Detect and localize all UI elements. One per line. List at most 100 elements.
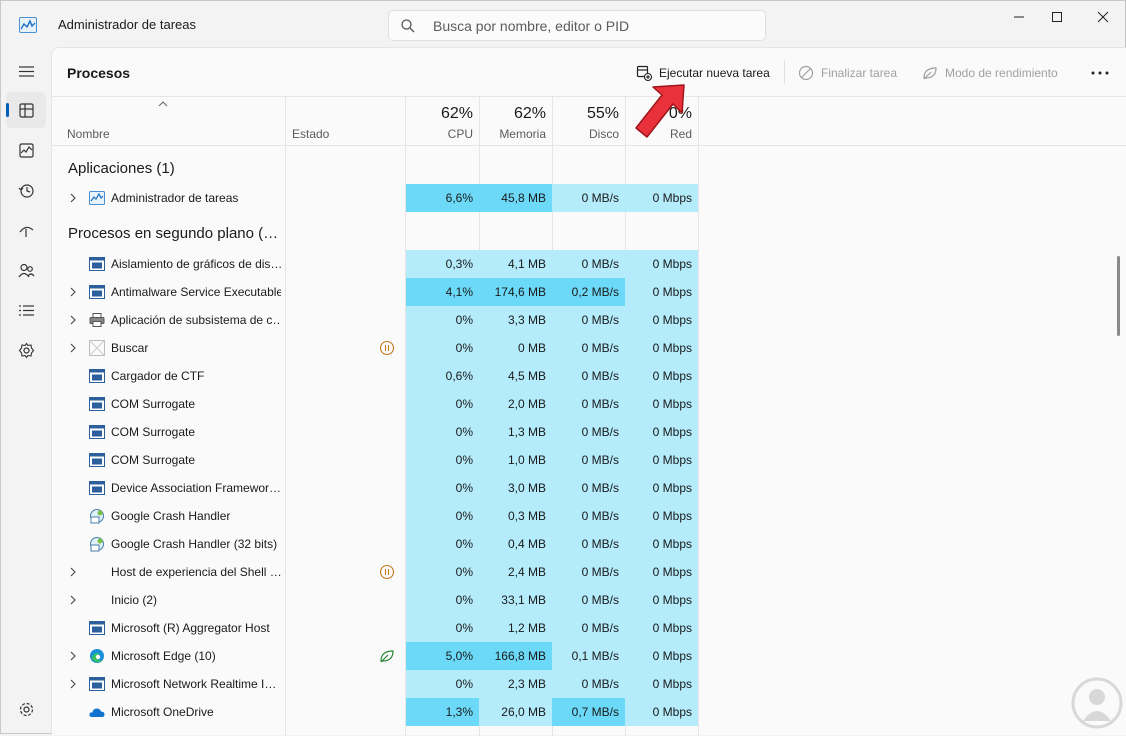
task-manager-window: Administrador de tareas Busca por nombre…: [0, 0, 1126, 736]
disk-cell: 0 MB/s: [552, 586, 625, 614]
nav-app-history[interactable]: [6, 172, 46, 208]
chevron-right-icon[interactable]: [69, 595, 77, 605]
memory-cell: 45,8 MB: [479, 184, 552, 212]
nav-processes[interactable]: [6, 92, 46, 128]
sort-ascending-icon: [158, 101, 168, 107]
main-content: Procesos Ejecutar nueva tarea Finalizar …: [51, 47, 1126, 736]
chevron-right-icon[interactable]: [69, 287, 77, 297]
cpu-cell: 0%: [406, 418, 479, 446]
maximize-button[interactable]: [1034, 1, 1080, 33]
network-cell: 0 Mbps: [625, 446, 698, 474]
table-row[interactable]: Host de experiencia del Shell … 0% 2,4 MB 0…: [52, 558, 1112, 586]
memory-cell: 26,0 MB: [479, 698, 552, 726]
command-bar: Procesos Ejecutar nueva tarea Finalizar …: [52, 48, 1126, 97]
table-row[interactable]: Microsoft (R) Aggregator Host 0% 1,2 MB 0 M…: [52, 614, 1112, 642]
navigation-rail: [1, 49, 51, 735]
column-name-label: Nombre: [67, 127, 110, 141]
table-row[interactable]: COM Surrogate 0% 1,3 MB 0 MB/s 0 Mbps: [52, 418, 1112, 446]
chevron-right-icon[interactable]: [69, 315, 77, 325]
table-row[interactable]: Microsoft OneDrive 1,3% 26,0 MB 0,7 MB/s 0 M…: [52, 698, 1112, 726]
details-list-icon: [18, 304, 34, 316]
chevron-right-icon[interactable]: [69, 651, 77, 661]
cpu-cell: 0,6%: [406, 362, 479, 390]
table-row[interactable]: Buscar 0% 0 MB 0 MB/s 0 Mbps: [52, 334, 1112, 362]
cpu-cell: 0%: [406, 306, 479, 334]
nav-users[interactable]: [6, 252, 46, 288]
disk-total-percent: 55%: [586, 105, 619, 122]
table-row[interactable]: Microsoft Network Realtime I… 0% 2,3 MB 0 M…: [52, 670, 1112, 698]
table-header: Nombre Estado 62% CPU 62% Memoria 55% Di…: [52, 97, 1126, 146]
process-name: Cargador de CTF: [111, 369, 205, 383]
disk-cell: 0 MB/s: [552, 418, 625, 446]
memory-cell: 2,3 MB: [479, 670, 552, 698]
table-row[interactable]: Aislamiento de gráficos de dis… 0,3% 4,1 M…: [52, 250, 1112, 278]
search-icon: [401, 19, 415, 33]
group-header-background: Procesos en segundo plano (…: [68, 225, 279, 242]
hamburger-menu-button[interactable]: [6, 53, 46, 89]
more-options-button[interactable]: [1088, 62, 1112, 84]
search-input[interactable]: [433, 15, 753, 37]
table-row[interactable]: Cargador de CTF 0,6% 4,5 MB 0 MB/s 0 Mbps: [52, 362, 1112, 390]
nav-settings[interactable]: [6, 691, 46, 727]
chevron-right-icon[interactable]: [69, 193, 77, 203]
nav-performance[interactable]: [6, 132, 46, 168]
close-button[interactable]: [1080, 1, 1126, 33]
disk-cell: 0 MB/s: [552, 530, 625, 558]
table-row[interactable]: Aplicación de subsistema de c… 0% 3,3 MB 0 …: [52, 306, 1112, 334]
disk-cell: 0 MB/s: [552, 446, 625, 474]
efficiency-mode-label: Modo de rendimiento: [945, 66, 1058, 80]
table-row[interactable]: Google Crash Handler (32 bits) 0% 0,4 MB 0 …: [52, 530, 1112, 558]
table-row[interactable]: COM Surrogate 0% 1,0 MB 0 MB/s 0 Mbps: [52, 446, 1112, 474]
process-name: Aislamiento de gráficos de dis…: [111, 257, 281, 271]
memory-cell: 0,3 MB: [479, 502, 552, 530]
nav-startup-apps[interactable]: [6, 212, 46, 248]
window-app-icon: [89, 677, 105, 691]
efficiency-mode-button[interactable]: Modo de rendimiento: [922, 62, 1058, 84]
cpu-cell: 0%: [406, 502, 479, 530]
window-app-icon: [89, 397, 105, 411]
column-header-state[interactable]: Estado: [286, 97, 406, 146]
table-row[interactable]: Inicio (2) 0% 33,1 MB 0 MB/s 0 Mbps: [52, 586, 1112, 614]
table-row[interactable]: COM Surrogate 0% 2,0 MB 0 MB/s 0 Mbps: [52, 390, 1112, 418]
process-name: Host de experiencia del Shell …: [111, 565, 281, 579]
disk-cell: 0 MB/s: [552, 502, 625, 530]
memory-total-percent: 62%: [513, 105, 546, 122]
window-app-icon: [89, 369, 105, 383]
window-app-icon: [89, 481, 105, 495]
nav-details[interactable]: [6, 292, 46, 328]
column-header-name[interactable]: Nombre: [67, 97, 285, 146]
memory-cell: 174,6 MB: [479, 278, 552, 306]
table-row[interactable]: Administrador de tareas 6,6% 45,8 MB 0 M…: [52, 184, 1112, 212]
disk-cell: 0 MB/s: [552, 614, 625, 642]
end-task-button[interactable]: Finalizar tarea: [798, 62, 897, 84]
column-header-memory[interactable]: 62% Memoria: [479, 97, 552, 146]
table-row[interactable]: Device Association Framewor… 0% 3,0 MB 0 MB…: [52, 474, 1112, 502]
table-row[interactable]: Google Crash Handler 0% 0,3 MB 0 MB/s 0 Mbps: [52, 502, 1112, 530]
column-header-disk[interactable]: 55% Disco: [552, 97, 625, 146]
disk-cell: 0 MB/s: [552, 306, 625, 334]
memory-cell: 2,0 MB: [479, 390, 552, 418]
disk-cell: 0 MB/s: [552, 250, 625, 278]
cpu-cell: 0%: [406, 558, 479, 586]
disk-cell: 0,7 MB/s: [552, 698, 625, 726]
table-row[interactable]: Antimalware Service Executable 4,1% 174,6 …: [52, 278, 1112, 306]
nav-services[interactable]: [6, 332, 46, 368]
suspended-status-icon: [379, 340, 395, 356]
cpu-cell: 5,0%: [406, 642, 479, 670]
process-name: Microsoft OneDrive: [111, 705, 214, 719]
search-box[interactable]: [388, 10, 766, 41]
more-dots-icon: [1091, 71, 1109, 75]
chevron-right-icon[interactable]: [69, 567, 77, 577]
memory-cell: 1,3 MB: [479, 418, 552, 446]
column-header-cpu[interactable]: 62% CPU: [406, 97, 479, 146]
table-row[interactable]: Microsoft Edge (10) 5,0% 166,8 MB 0,1 MB/s 0…: [52, 642, 1112, 670]
process-name: Inicio (2): [111, 593, 158, 607]
page-title: Procesos: [67, 65, 131, 81]
chevron-right-icon[interactable]: [69, 343, 77, 353]
chevron-right-icon[interactable]: [69, 679, 77, 689]
window-app-icon: [89, 425, 105, 439]
memory-cell: 0,4 MB: [479, 530, 552, 558]
process-name: Administrador de tareas: [111, 191, 239, 205]
cpu-cell: 0%: [406, 474, 479, 502]
vertical-scrollbar[interactable]: [1117, 256, 1120, 336]
